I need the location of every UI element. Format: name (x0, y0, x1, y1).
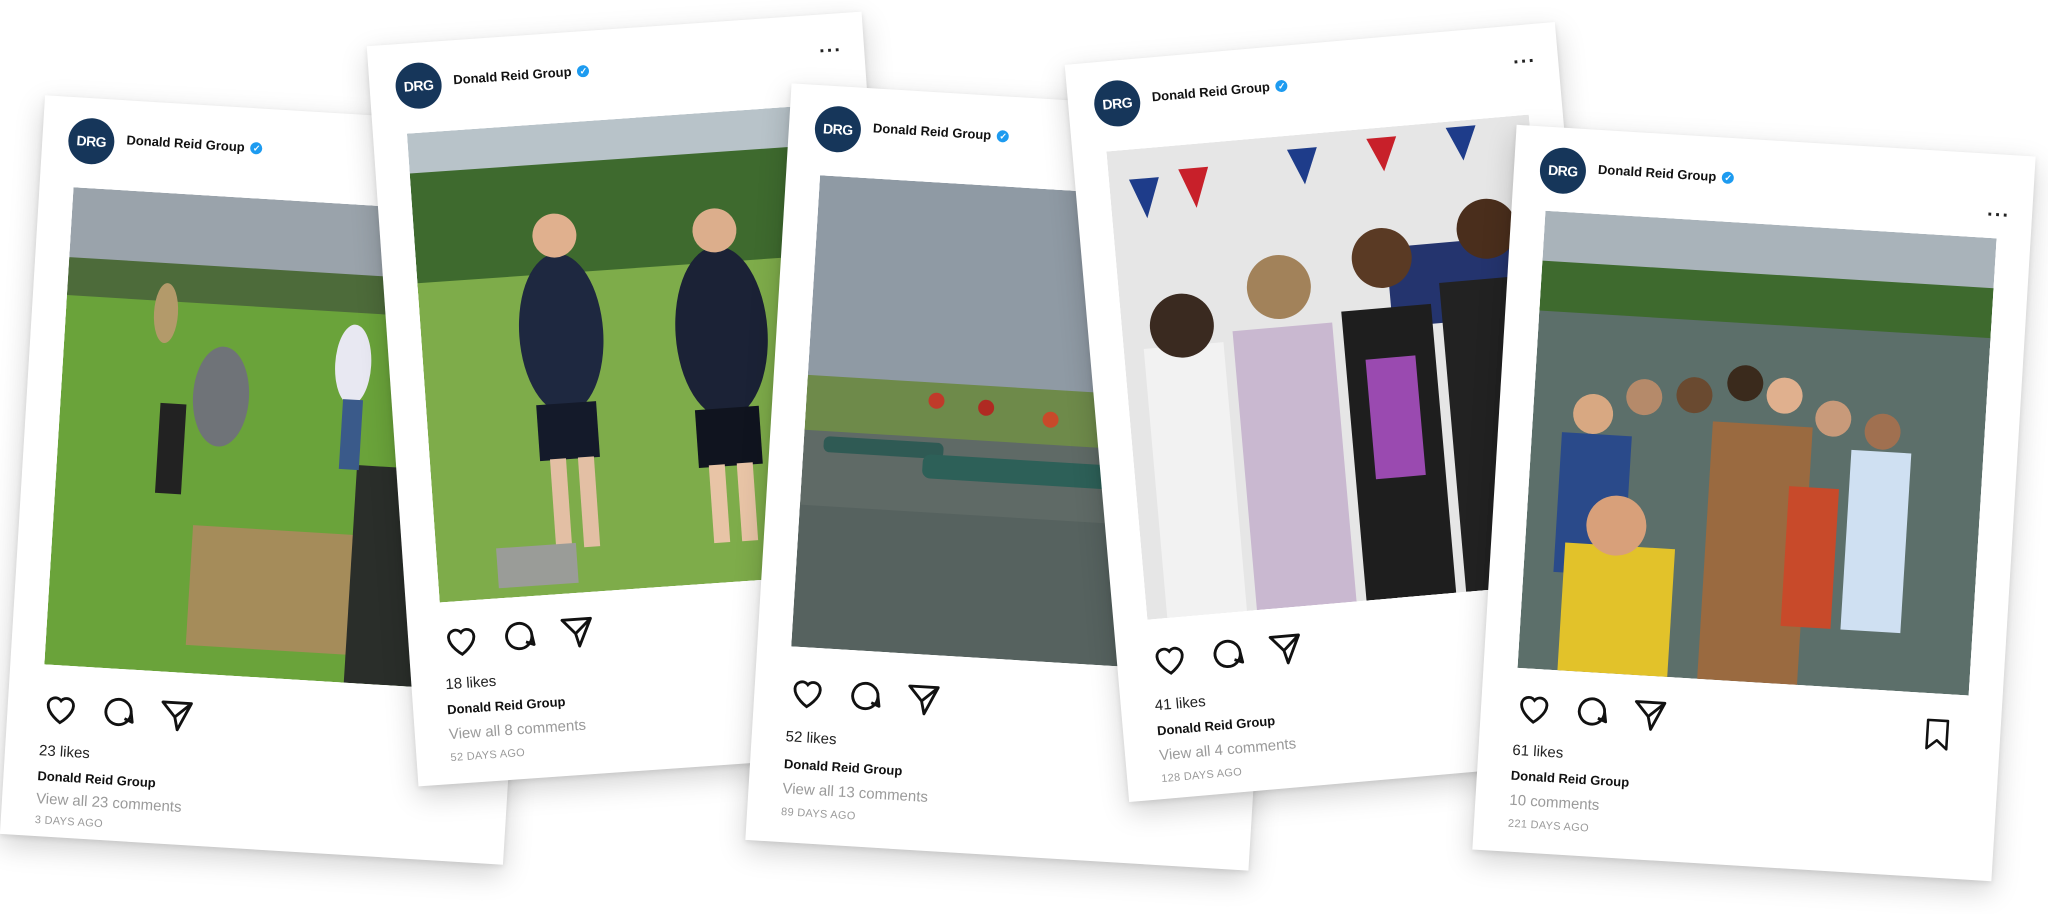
like-heart-icon[interactable] (441, 620, 482, 661)
post-age: 52 DAYS AGO (450, 746, 526, 765)
verified-badge-icon: ✓ (1275, 79, 1289, 93)
caption-username[interactable]: Donald Reid Group (784, 756, 903, 778)
post-photo[interactable] (1517, 210, 1997, 696)
avatar[interactable]: DRG (66, 116, 116, 166)
like-heart-icon[interactable] (787, 672, 827, 712)
post-actions (1514, 688, 1670, 735)
comment-bubble-icon[interactable] (845, 676, 885, 716)
likes-count[interactable]: 41 likes (1154, 693, 1206, 714)
verified-badge-icon: ✓ (996, 129, 1010, 143)
share-send-icon[interactable] (1265, 628, 1306, 669)
like-heart-icon[interactable] (1514, 688, 1554, 728)
like-heart-icon[interactable] (41, 688, 81, 728)
more-options-icon[interactable]: ··· (1512, 50, 1537, 75)
share-send-icon[interactable] (1630, 695, 1670, 735)
account-name-label: Donald Reid Group (872, 120, 992, 143)
likes-count[interactable]: 52 likes (785, 728, 837, 748)
more-options-icon[interactable]: ··· (818, 39, 843, 64)
account-name-label: Donald Reid Group (1597, 161, 1717, 185)
post-actions (441, 612, 597, 661)
post-age: 89 DAYS AGO (780, 806, 856, 823)
account-name-label: Donald Reid Group (1151, 79, 1271, 105)
view-comments-link[interactable]: View all 4 comments (1159, 735, 1297, 764)
view-comments-link[interactable]: View all 8 comments (448, 717, 586, 744)
verified-badge-icon: ✓ (1721, 170, 1735, 184)
post-actions (1149, 628, 1306, 679)
more-options-icon[interactable]: ··· (1986, 204, 2010, 228)
caption-username[interactable]: Donald Reid Group (447, 694, 566, 717)
share-send-icon[interactable] (156, 695, 196, 735)
account-name-label: Donald Reid Group (452, 64, 572, 88)
avatar[interactable]: DRG (813, 104, 863, 154)
post-actions (41, 688, 197, 735)
account-name[interactable]: Donald Reid Group ✓ (126, 132, 264, 155)
avatar[interactable]: DRG (394, 61, 444, 111)
bookmark-icon[interactable] (1921, 717, 1953, 753)
post-card: DRG Donald Reid Group ✓ ··· (1472, 124, 2036, 882)
share-send-icon[interactable] (557, 612, 598, 653)
account-name[interactable]: Donald Reid Group ✓ (873, 120, 1010, 143)
avatar[interactable]: DRG (1538, 146, 1588, 196)
verified-badge-icon: ✓ (250, 141, 264, 155)
avatar[interactable]: DRG (1092, 78, 1143, 129)
share-send-icon[interactable] (903, 679, 943, 719)
caption-username[interactable]: Donald Reid Group (37, 768, 156, 790)
post-age: 221 DAYS AGO (1507, 817, 1590, 835)
comment-bubble-icon[interactable] (1207, 633, 1248, 674)
view-comments-link[interactable]: View all 13 comments (782, 780, 928, 806)
account-name-label: Donald Reid Group (126, 132, 246, 155)
likes-count[interactable]: 18 likes (445, 673, 497, 694)
post-age: 3 DAYS AGO (34, 814, 104, 831)
verified-badge-icon: ✓ (577, 64, 590, 78)
like-heart-icon[interactable] (1149, 638, 1190, 679)
caption-username[interactable]: Donald Reid Group (1510, 768, 1629, 790)
comment-bubble-icon[interactable] (98, 692, 138, 732)
account-name[interactable]: Donald Reid Group ✓ (1151, 78, 1289, 105)
account-name[interactable]: Donald Reid Group ✓ (453, 63, 590, 87)
post-actions (787, 672, 943, 719)
comment-bubble-icon[interactable] (499, 616, 540, 657)
caption-username[interactable]: Donald Reid Group (1156, 713, 1275, 738)
likes-count[interactable]: 61 likes (1512, 742, 1564, 762)
account-name[interactable]: Donald Reid Group ✓ (1598, 162, 1735, 185)
view-comments-link[interactable]: 10 comments (1509, 792, 1600, 814)
boat-group-photo (1517, 210, 1997, 696)
comment-bubble-icon[interactable] (1572, 691, 1612, 731)
likes-count[interactable]: 23 likes (39, 742, 91, 762)
post-age: 128 DAYS AGO (1160, 766, 1243, 786)
view-comments-link[interactable]: View all 23 comments (36, 790, 182, 816)
